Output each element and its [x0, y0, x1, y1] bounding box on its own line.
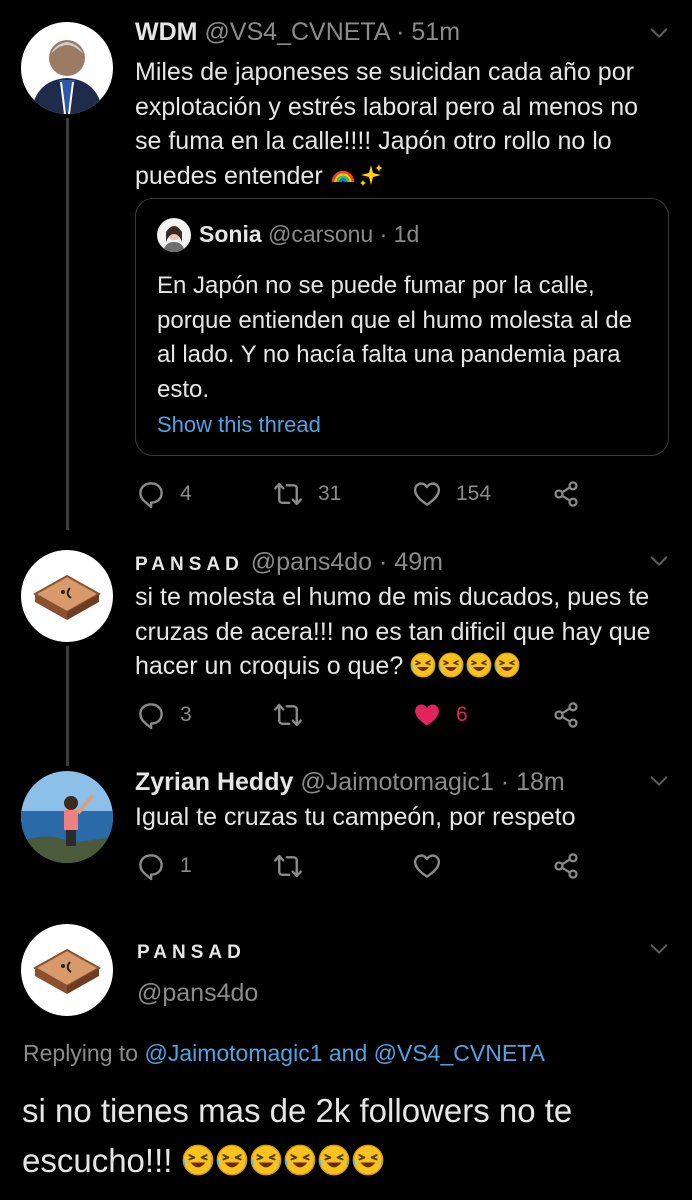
replying-and: and — [328, 1040, 368, 1066]
share-icon — [552, 852, 580, 880]
tweet-header: WDM @VS4_CVNETA · 51m — [135, 18, 460, 47]
toast-avatar-icon — [21, 924, 113, 1016]
reply-icon — [136, 851, 166, 881]
rainbow-emoji-icon — [330, 162, 356, 188]
retweet-count: 31 — [318, 482, 342, 505]
avatar-photo-icon — [157, 218, 191, 252]
laughing-emoji-icon — [410, 652, 436, 678]
username[interactable]: @pans4do — [251, 548, 372, 576]
retweet-button[interactable] — [272, 846, 318, 886]
reply-button[interactable]: 1 — [136, 846, 192, 886]
share-icon — [552, 701, 580, 729]
share-button[interactable] — [552, 695, 580, 735]
chevron-down-icon[interactable] — [648, 938, 670, 960]
tweet-actions: 3 6 — [136, 695, 586, 735]
avatar[interactable] — [21, 771, 113, 863]
avatar[interactable] — [21, 550, 113, 642]
like-button[interactable] — [412, 846, 456, 886]
retweet-icon — [272, 851, 304, 881]
laughing-emoji-icon — [284, 1144, 316, 1176]
separator-dot: · — [396, 18, 405, 46]
retweet-icon — [272, 700, 304, 730]
tweet-actions: 4 31 154 — [136, 474, 586, 514]
mention-link[interactable]: @VS4_CVNETA — [374, 1040, 545, 1066]
reply-button[interactable]: 4 — [136, 474, 192, 514]
separator-dot: · — [379, 548, 388, 576]
quote-text: En Japón no se puede fumar por la calle,… — [157, 272, 633, 403]
share-icon — [552, 480, 580, 508]
reply-count: 3 — [180, 703, 192, 726]
like-count: 6 — [456, 703, 468, 726]
timestamp[interactable]: 18m — [516, 768, 565, 796]
toast-avatar-icon — [21, 550, 113, 642]
share-button[interactable] — [552, 846, 580, 886]
tweet-header: PANSAD @pans4do · 49m — [135, 548, 443, 577]
timestamp[interactable]: 49m — [394, 548, 443, 576]
laughing-emoji-icon — [250, 1144, 282, 1176]
reply-count: 1 — [180, 854, 192, 877]
share-button[interactable] — [552, 474, 580, 514]
sparkles-emoji-icon — [358, 162, 384, 188]
like-button[interactable]: 154 — [412, 474, 491, 514]
username[interactable]: @Jaimotomagic1 — [300, 768, 494, 796]
heart-filled-icon — [412, 700, 442, 730]
laughing-emoji-icon — [216, 1144, 248, 1176]
laughing-emoji-icon — [318, 1144, 350, 1176]
chevron-down-icon[interactable] — [648, 770, 670, 792]
tweet-body: Miles de japoneses se suicidan cada año … — [135, 58, 639, 190]
replying-prefix: Replying to — [23, 1040, 139, 1066]
tweet-actions: 1 — [136, 846, 586, 886]
avatar-photo-icon — [21, 771, 113, 863]
tweet-header: Zyrian Heddy @Jaimotomagic1 · 18m — [135, 768, 565, 797]
display-name[interactable]: Sonia — [199, 221, 262, 247]
heart-icon — [412, 479, 442, 509]
quote-avatar — [157, 218, 191, 252]
laughing-emoji-icon — [438, 652, 464, 678]
retweet-button[interactable]: 31 — [272, 474, 341, 514]
display-name[interactable]: WDM — [135, 18, 197, 46]
quoted-tweet[interactable]: Sonia @carsonu · 1d En Japón no se puede… — [135, 198, 669, 456]
like-count: 154 — [456, 482, 492, 505]
avatar[interactable] — [21, 924, 113, 1016]
thread-line — [66, 118, 69, 530]
show-thread-link[interactable]: Show this thread — [157, 412, 321, 438]
username[interactable]: @VS4_CVNETA — [204, 18, 389, 46]
laughing-emoji-icon — [494, 652, 520, 678]
chevron-down-icon[interactable] — [648, 550, 670, 572]
avatar[interactable] — [21, 22, 113, 114]
chevron-down-icon[interactable] — [648, 22, 670, 44]
reply-button[interactable]: 3 — [136, 695, 192, 735]
tweet-text: Igual te cruzas tu campeón, por respeto — [135, 803, 576, 831]
timestamp[interactable]: 51m — [411, 18, 460, 46]
display-name[interactable]: PANSAD — [135, 554, 244, 575]
heart-icon — [412, 851, 442, 881]
thread-line — [66, 646, 69, 766]
replying-to: Replying to @Jaimotomagic1 and @VS4_CVNE… — [23, 1040, 545, 1067]
tweet-body: si te molesta el humo de mis ducados, pu… — [135, 583, 651, 680]
laughing-emoji-icon — [466, 652, 492, 678]
display-name[interactable]: Zyrian Heddy — [135, 768, 293, 796]
tweet-text: Miles de japoneses se suicidan cada año … — [135, 55, 655, 193]
avatar-photo-icon — [21, 22, 113, 114]
mention-link[interactable]: @Jaimotomagic1 — [144, 1040, 322, 1066]
username[interactable]: @pans4do — [137, 979, 258, 1008]
retweet-icon — [272, 479, 304, 509]
reply-icon — [136, 479, 166, 509]
laughing-emoji-icon — [182, 1144, 214, 1176]
display-name[interactable]: PANSAD — [137, 942, 246, 964]
separator-dot: · — [379, 221, 388, 247]
reply-icon — [136, 700, 166, 730]
tweet-text: si te molesta el humo de mis ducados, pu… — [135, 580, 655, 684]
separator-dot: · — [500, 768, 510, 796]
username[interactable]: @carsonu — [268, 221, 373, 247]
like-button[interactable]: 6 — [412, 695, 468, 735]
quote-header: Sonia @carsonu · 1d — [199, 221, 419, 248]
main-tweet-text: si no tienes mas de 2k followers no te e… — [22, 1086, 672, 1186]
timestamp[interactable]: 1d — [394, 221, 420, 247]
retweet-button[interactable] — [272, 695, 318, 735]
laughing-emoji-icon — [352, 1144, 384, 1176]
reply-count: 4 — [180, 482, 192, 505]
